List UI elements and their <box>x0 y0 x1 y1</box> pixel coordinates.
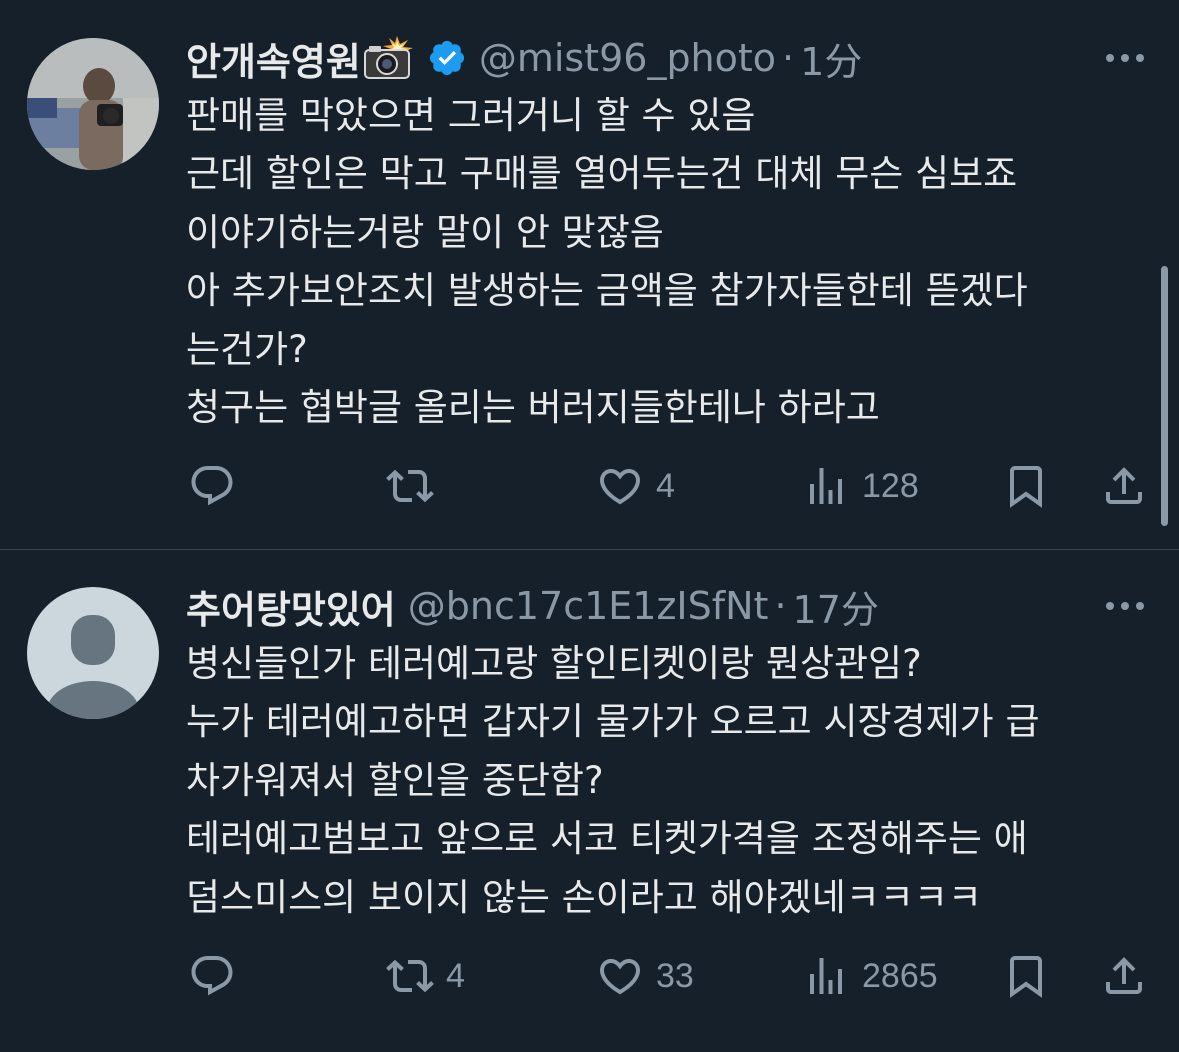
tweet-text: 판매를 막았으면 그러거니 할 수 있음 근데 할인은 막고 구매를 열어두는건… <box>186 87 1146 437</box>
separator-dot: · <box>774 584 787 628</box>
retweet-button[interactable] <box>386 456 446 516</box>
tweet-actions: 4 33 2865 <box>186 946 1146 1006</box>
views-icon <box>810 958 842 994</box>
more-dots-icon[interactable] <box>1103 596 1147 616</box>
retweet-button[interactable]: 4 <box>386 946 465 1006</box>
heart-icon <box>599 469 641 505</box>
tweet-text-line: 판매를 막았으면 그러거니 할 수 있음 <box>186 94 756 137</box>
share-icon <box>1106 957 1142 994</box>
avatar-photo <box>27 38 159 170</box>
views-button[interactable]: 128 <box>802 456 919 516</box>
tweet-text-line: 는건가? <box>186 327 308 371</box>
tweet-text-line: 테러예고범보고 앞으로 서코 티켓가격을 조정해주는 애 <box>186 817 1028 861</box>
views-icon <box>810 468 842 504</box>
like-button[interactable]: 4 <box>596 456 675 516</box>
tweet-text-line: 차가워져서 할인을 중단함? <box>186 758 604 802</box>
retweet-icon <box>386 959 434 993</box>
tweet-header: 안개속영원 @mist96_photo · 1分 <box>186 34 862 84</box>
camera-with-flash-icon <box>363 36 415 80</box>
bookmark-button[interactable] <box>1002 456 1050 516</box>
avatar[interactable] <box>27 38 159 170</box>
reply-button[interactable] <box>188 456 248 516</box>
scrollbar-thumb[interactable] <box>1161 266 1168 526</box>
reply-button[interactable] <box>188 946 248 1006</box>
display-name[interactable]: 추어탕맛있어 <box>186 579 396 634</box>
tweet-actions: 4 128 <box>186 456 1146 516</box>
timestamp[interactable]: 1分 <box>800 31 862 86</box>
views-button[interactable]: 2865 <box>802 946 938 1006</box>
separator-dot: · <box>782 36 795 80</box>
display-name[interactable]: 안개속영원 <box>186 31 361 86</box>
tweet-text-line: 근데 할인은 막고 구매를 열어두는건 대체 무슨 심보죠 <box>186 152 1018 196</box>
retweet-count: 4 <box>446 956 465 995</box>
avatar[interactable] <box>27 587 159 719</box>
tweet-text-line: 병신들인가 테러예고랑 할인티켓이랑 뭔상관임? <box>186 642 922 685</box>
tweet-text: 병신들인가 테러예고랑 할인티켓이랑 뭔상관임? 누가 테러예고하면 갑자기 물… <box>186 635 1146 927</box>
like-button[interactable]: 33 <box>596 946 694 1006</box>
reply-icon <box>191 956 233 996</box>
tweet-text-line: 누가 테러예고하면 갑자기 물가가 오르고 시장경제가 급 <box>186 700 1040 744</box>
more-dots-icon[interactable] <box>1103 48 1147 68</box>
bookmark-button[interactable] <box>1002 946 1050 1006</box>
reply-icon <box>191 466 233 506</box>
retweet-icon <box>386 469 434 503</box>
tweet[interactable]: 안개속영원 @mist96_photo · 1分 판매를 막았으면 그러거니 할… <box>0 0 1179 549</box>
views-count: 2865 <box>862 956 938 995</box>
views-count: 128 <box>862 466 919 505</box>
share-button[interactable] <box>1100 456 1148 516</box>
tweet-text-line: 이야기하는거랑 말이 안 맞잖음 <box>186 210 664 254</box>
bookmark-icon <box>1010 466 1042 508</box>
default-avatar-icon <box>27 587 159 719</box>
like-count: 4 <box>656 466 675 505</box>
like-count: 33 <box>656 956 694 995</box>
share-icon <box>1106 467 1142 504</box>
user-handle[interactable]: @bnc17c1E1zISfNt <box>408 584 769 628</box>
user-handle[interactable]: @mist96_photo <box>479 36 776 80</box>
tweet-text-line: 청구는 협박글 올리는 버러지들한테나 하라고 <box>186 386 880 430</box>
verified-badge-icon <box>427 38 467 78</box>
tweet-text-line: 덤스미스의 보이지 않는 손이라고 해야겠네ㅋㅋㅋㅋ <box>186 875 982 919</box>
bookmark-icon <box>1010 956 1042 998</box>
heart-icon <box>599 959 641 995</box>
tweet-text-line: 아 추가보안조치 발생하는 금액을 참가자들한테 뜯겠다 <box>186 269 1028 313</box>
share-button[interactable] <box>1100 946 1148 1006</box>
timestamp[interactable]: 17分 <box>793 579 879 634</box>
tweet-header: 추어탕맛있어 @bnc17c1E1zISfNt · 17分 <box>186 582 879 632</box>
